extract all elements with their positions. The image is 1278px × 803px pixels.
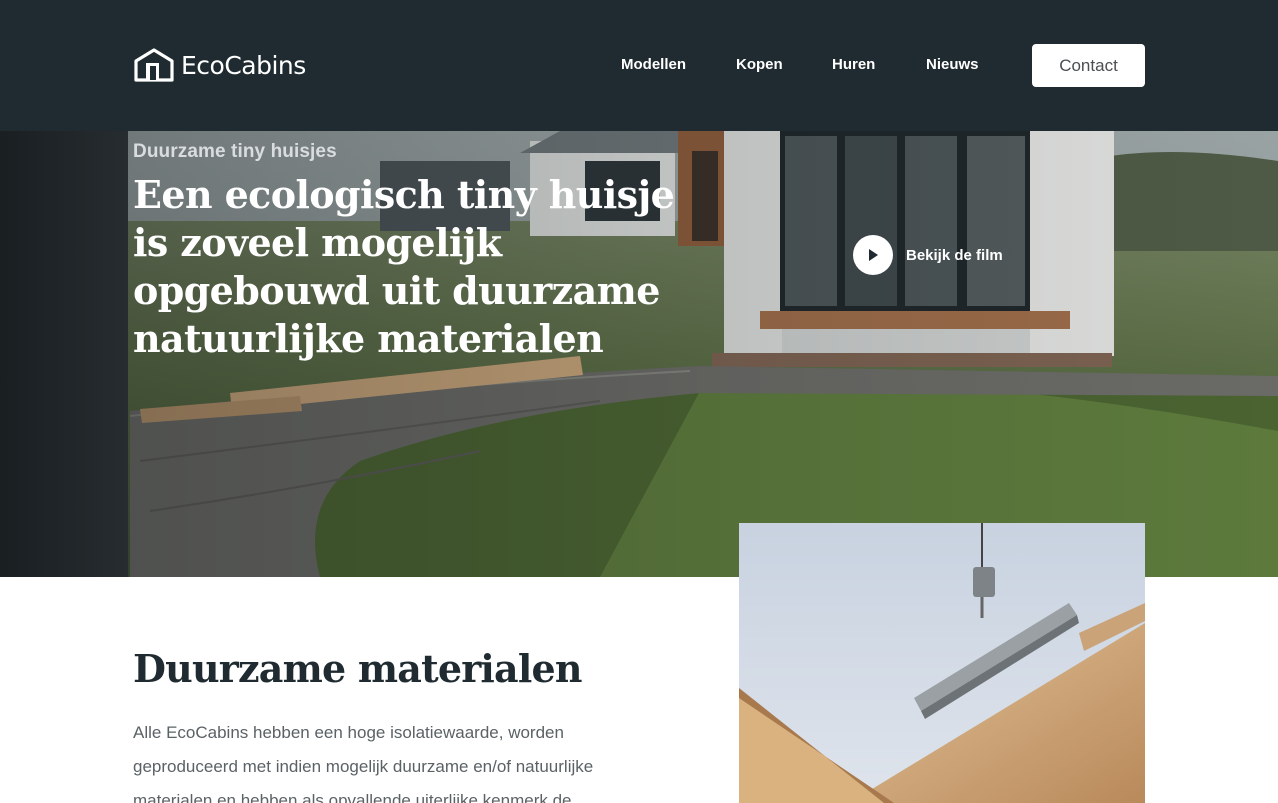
cabin-logo-icon (134, 48, 174, 82)
nav-item-modellen[interactable]: Modellen (621, 56, 686, 73)
hero-banner: Duurzame tiny huisjes Een ecologisch tin… (0, 131, 1278, 577)
hero-title: Een ecologisch tiny huisje is zoveel mog… (133, 172, 675, 361)
contact-button[interactable]: Contact (1032, 44, 1145, 87)
nav-item-huren[interactable]: Huren (832, 56, 875, 73)
section-body: Alle EcoCabins hebben een hoge isolatiew… (133, 723, 594, 803)
hero-eyebrow: Duurzame tiny huisjes (133, 141, 337, 162)
section-title: Duurzame materialen (133, 646, 583, 691)
nav-item-kopen[interactable]: Kopen (736, 56, 783, 73)
nav-item-nieuws[interactable]: Nieuws (926, 56, 979, 73)
site-header: EcoCabins Modellen Kopen Huren Nieuws Co… (0, 0, 1278, 131)
watch-film-label: Bekijk de film (906, 246, 1003, 264)
play-button[interactable] (853, 235, 893, 275)
brand-logo[interactable]: EcoCabins (133, 47, 306, 83)
watch-film-button[interactable]: Bekijk de film (853, 235, 1003, 275)
crane-beam-photo (739, 523, 1145, 803)
brand-name: EcoCabins (181, 50, 306, 80)
play-icon (869, 249, 878, 261)
